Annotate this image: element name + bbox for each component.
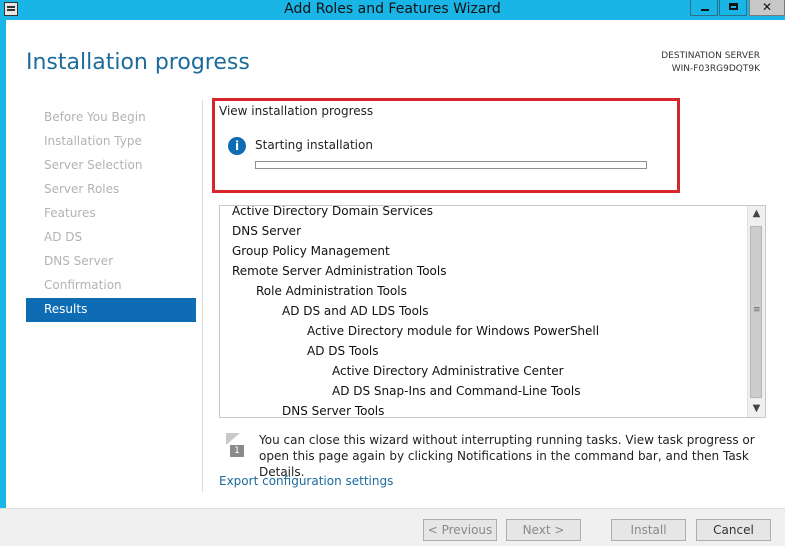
destination-server-info: DESTINATION SERVER WIN-F03RG9DQT9K [661,50,760,76]
feature-row: DNS Server Tools [282,404,385,418]
nav-item-before-you-begin[interactable]: Before You Begin [26,106,196,130]
notification-badge: 1 [230,445,244,457]
flag-notification-icon: 1 [226,433,246,459]
grip-icon: ≡ [753,305,761,315]
export-configuration-link[interactable]: Export configuration settings [219,474,393,488]
feature-row: Active Directory Domain Services [232,205,434,218]
nav-item-server-roles[interactable]: Server Roles [26,178,196,202]
feature-row: DNS Server [232,224,301,238]
scroll-up-arrow-icon[interactable]: ▲ [748,206,765,222]
title-bar: Add Roles and Features Wizard [0,0,785,20]
feature-row: AD DS Snap-Ins and Command-Line Tools [332,384,581,398]
features-list-content: Active Directory Domain Services DNS Serv… [220,205,748,418]
maximize-button[interactable] [719,0,747,16]
nav-divider [202,100,203,492]
feature-row: Active Directory module for Windows Powe… [307,324,600,338]
previous-button[interactable]: < Previous [423,519,497,541]
destination-label: DESTINATION SERVER [661,51,760,61]
nav-item-installation-type[interactable]: Installation Type [26,130,196,154]
feature-row: Group Policy Management [232,244,390,258]
page-title: Installation progress [26,50,250,75]
scrollbar-thumb[interactable]: ≡ [750,226,762,398]
wizard-steps-nav: Before You Begin Installation Type Server … [26,106,196,322]
window-title: Add Roles and Features Wizard [284,1,501,17]
nav-item-confirmation[interactable]: Confirmation [26,274,196,298]
feature-row: AD DS Tools [307,344,379,358]
next-button[interactable]: Next > [506,519,581,541]
destination-server-name: WIN-F03RG9DQT9K [671,64,760,74]
nav-item-server-selection[interactable]: Server Selection [26,154,196,178]
minimize-button[interactable] [690,0,718,16]
nav-item-ad-ds[interactable]: AD DS [26,226,196,250]
feature-row: AD DS and AD LDS Tools [282,304,429,318]
flag-shape [226,433,240,445]
info-note: You can close this wizard without interr… [259,433,755,479]
cancel-button[interactable]: Cancel [696,519,771,541]
nav-item-dns-server[interactable]: DNS Server [26,250,196,274]
feature-row: Role Administration Tools [256,284,407,298]
features-list-scrollbar[interactable]: ▲ ≡ ▼ [747,206,765,417]
nav-item-features[interactable]: Features [26,202,196,226]
nav-item-results[interactable]: Results [26,298,196,322]
feature-row: Remote Server Administration Tools [232,264,447,278]
highlight-box [212,98,680,193]
close-button[interactable] [749,0,785,16]
feature-row: Active Directory Administrative Center [332,364,564,378]
scroll-down-arrow-icon[interactable]: ▼ [748,401,765,417]
features-list[interactable]: Active Directory Domain Services DNS Serv… [219,205,766,418]
install-button[interactable]: Install [611,519,686,541]
